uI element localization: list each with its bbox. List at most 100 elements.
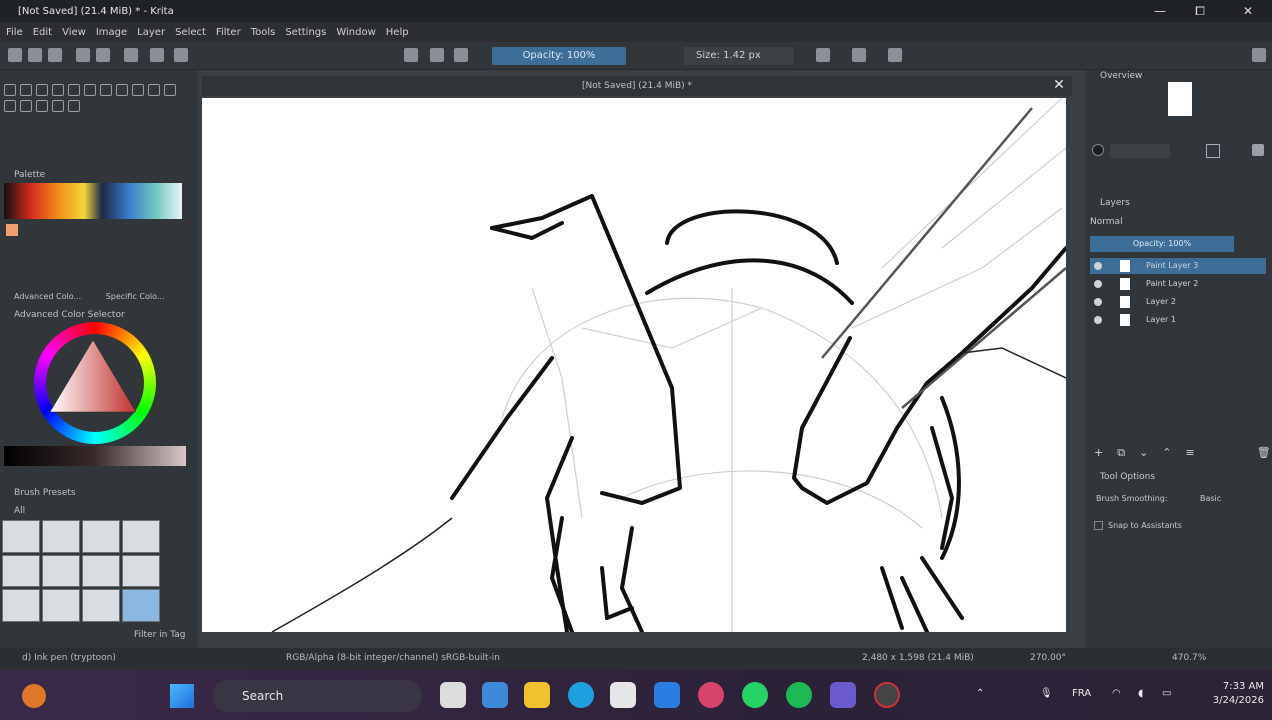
eye-icon[interactable]: [1094, 316, 1102, 324]
edit-shapes-tool-icon[interactable]: [36, 84, 48, 96]
layer-properties-icon[interactable]: ≡: [1186, 446, 1195, 460]
polygon-tool-icon[interactable]: [132, 84, 144, 96]
status-rotation[interactable]: 270.00°: [1030, 653, 1066, 663]
menu-image[interactable]: Image: [96, 27, 127, 38]
layer-row[interactable]: Layer 2: [1090, 294, 1266, 310]
text-tool-icon[interactable]: [20, 84, 32, 96]
task-view-icon[interactable]: [440, 682, 466, 708]
maximize-button[interactable]: ⧠: [1180, 2, 1220, 20]
system-clock[interactable]: 7:33 AM 3/24/2026: [1188, 680, 1264, 708]
brush-preset[interactable]: [82, 554, 120, 588]
close-canvas-icon[interactable]: ✕: [1050, 76, 1068, 94]
opacity-slider[interactable]: Opacity: 100%: [492, 47, 626, 65]
add-layer-icon[interactable]: +: [1094, 446, 1103, 460]
layer-row[interactable]: Paint Layer 2: [1090, 276, 1266, 292]
workspace-icon[interactable]: [1252, 48, 1266, 62]
freehand-brush-tool-icon[interactable]: [68, 84, 80, 96]
pen-icon[interactable]: [1252, 144, 1264, 156]
fill-tool-icon[interactable]: [68, 100, 80, 112]
language-indicator[interactable]: FRA: [1072, 688, 1091, 699]
pattern-icon[interactable]: [96, 48, 110, 62]
gradient-icon[interactable]: [76, 48, 90, 62]
blend-mode-icon[interactable]: [174, 48, 188, 62]
menu-tools[interactable]: Tools: [251, 27, 276, 38]
layer-opacity-slider[interactable]: Opacity: 100%: [1090, 236, 1234, 252]
menu-help[interactable]: Help: [386, 27, 409, 38]
brush-filter[interactable]: All: [0, 504, 198, 518]
brush-preset[interactable]: [42, 589, 80, 622]
chrome-icon[interactable]: [698, 682, 724, 708]
overview-thumbnail[interactable]: [1168, 82, 1192, 116]
size-slider[interactable]: Size: 1.42 px: [684, 47, 794, 65]
layer-row[interactable]: Layer 1: [1090, 312, 1266, 328]
menu-file[interactable]: File: [6, 27, 23, 38]
krita-icon[interactable]: [830, 682, 856, 708]
volume-icon[interactable]: ◖: [1138, 688, 1143, 699]
mic-icon[interactable]: 🎙: [1040, 688, 1053, 699]
erase-mode-icon[interactable]: [150, 48, 164, 62]
filter-in-tag[interactable]: Filter in Tag: [120, 628, 198, 642]
foreground-color-swatch[interactable]: [6, 224, 18, 236]
obs-icon[interactable]: [874, 682, 900, 708]
tab-advanced-color[interactable]: Advanced Colo...: [14, 292, 81, 301]
rectangle-tool-icon[interactable]: [100, 84, 112, 96]
menu-filter[interactable]: Filter: [216, 27, 241, 38]
calligraphy-tool-icon[interactable]: [52, 84, 64, 96]
wrap-around-icon[interactable]: [888, 48, 902, 62]
brush-size-field[interactable]: [1110, 144, 1170, 158]
brush-preset[interactable]: [2, 589, 40, 622]
value-slider[interactable]: [4, 446, 186, 466]
new-document-icon[interactable]: [8, 48, 22, 62]
menu-edit[interactable]: Edit: [33, 27, 52, 38]
status-zoom[interactable]: 470.7%: [1172, 653, 1206, 663]
transform-tool-icon[interactable]: [4, 84, 16, 96]
open-document-icon[interactable]: [28, 48, 42, 62]
menu-view[interactable]: View: [62, 27, 86, 38]
weather-icon[interactable]: [22, 684, 46, 708]
eye-icon[interactable]: [1094, 280, 1102, 288]
brush-editor-icon[interactable]: [404, 48, 418, 62]
whatsapp-icon[interactable]: [742, 682, 768, 708]
minimize-button[interactable]: —: [1140, 2, 1180, 20]
brush-preset[interactable]: [42, 520, 80, 553]
tray-chevron-icon[interactable]: ⌃: [976, 688, 984, 699]
layer-row-active[interactable]: Paint Layer 3: [1090, 258, 1266, 274]
grid-icon[interactable]: [1206, 144, 1220, 158]
delete-layer-icon[interactable]: 🗑: [1257, 446, 1271, 460]
spotify-icon[interactable]: [786, 682, 812, 708]
move-tool-icon[interactable]: [52, 100, 64, 112]
move-up-icon[interactable]: ⌃: [1162, 446, 1171, 460]
start-icon[interactable]: [170, 684, 194, 708]
taskbar-search[interactable]: Search: [212, 680, 422, 712]
brush-preset-selected[interactable]: [122, 589, 160, 622]
menu-layer[interactable]: Layer: [137, 27, 165, 38]
close-button[interactable]: ✕: [1228, 2, 1268, 20]
rotate-icon[interactable]: [454, 48, 468, 62]
line-tool-icon[interactable]: [84, 84, 96, 96]
brush-preset[interactable]: [122, 554, 160, 588]
color-palette[interactable]: [4, 183, 182, 219]
menu-select[interactable]: Select: [175, 27, 206, 38]
edge-icon[interactable]: [568, 682, 594, 708]
snap-checkbox[interactable]: [1094, 521, 1103, 530]
reload-preset-icon[interactable]: [430, 48, 444, 62]
file-explorer-icon[interactable]: [524, 682, 550, 708]
brush-preset-icon[interactable]: [124, 48, 138, 62]
brush-preset[interactable]: [2, 520, 40, 553]
brush-preset[interactable]: [82, 520, 120, 553]
eye-icon[interactable]: [1094, 262, 1102, 270]
freehand-path-tool-icon[interactable]: [4, 100, 16, 112]
bezier-tool-icon[interactable]: [164, 84, 176, 96]
blending-mode-select[interactable]: Normal: [1090, 217, 1123, 227]
polyline-tool-icon[interactable]: [148, 84, 160, 96]
color-triangle[interactable]: [48, 338, 138, 416]
eye-icon[interactable]: [1094, 298, 1102, 306]
save-document-icon[interactable]: [48, 48, 62, 62]
mirror-horizontal-icon[interactable]: [816, 48, 830, 62]
brush-preset[interactable]: [2, 554, 40, 588]
duplicate-layer-icon[interactable]: ⧉: [1117, 446, 1125, 460]
brush-smoothing-select[interactable]: Basic: [1200, 494, 1221, 503]
ellipse-tool-icon[interactable]: [116, 84, 128, 96]
multibrush-tool-icon[interactable]: [20, 100, 32, 112]
drawing-canvas[interactable]: [202, 98, 1066, 632]
